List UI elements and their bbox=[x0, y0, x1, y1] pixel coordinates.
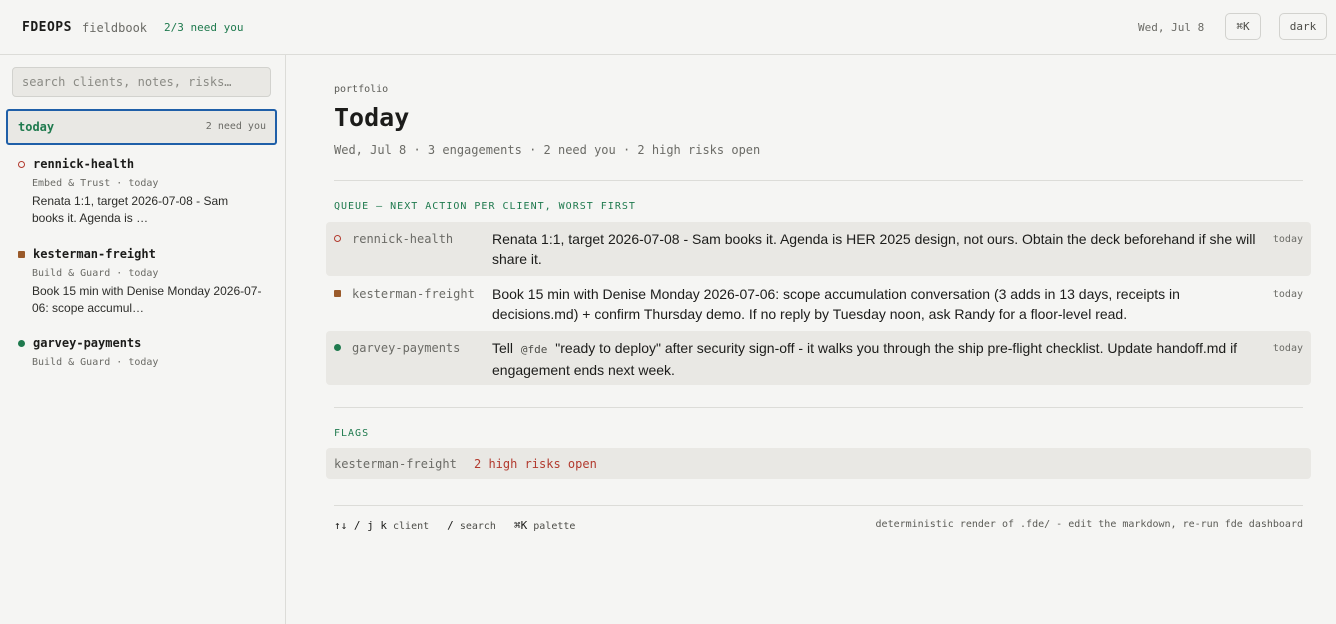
queue-text-before: Tell bbox=[492, 340, 514, 356]
status-dot-icon bbox=[334, 344, 341, 351]
queue-action-text: Tell @fde "ready to deploy" after securi… bbox=[492, 338, 1262, 380]
queue-row-garvey-payments[interactable]: garvey-payments Tell @fde "ready to depl… bbox=[326, 331, 1311, 385]
render-note: deterministic render of .fde/ - edit the… bbox=[875, 519, 1303, 530]
page-title: Today bbox=[334, 103, 410, 132]
main-content: portfolio Today Wed, Jul 8 · 3 engagemen… bbox=[287, 55, 1336, 624]
client-meta: Embed & Trust · today bbox=[32, 178, 159, 189]
flags-heading: FLAGS bbox=[334, 428, 370, 439]
queue-text-after: "ready to deploy" after security sign-of… bbox=[492, 340, 1238, 378]
theme-toggle-button[interactable]: dark bbox=[1279, 13, 1327, 40]
queue-client-name: kesterman-freight bbox=[352, 287, 475, 301]
client-meta: Build & Guard · today bbox=[32, 268, 159, 279]
sidebar-item-garvey-payments[interactable]: garvey-payments Build & Guard · today bbox=[18, 336, 268, 376]
queue-client-name: garvey-payments bbox=[352, 341, 461, 355]
palette-key-hint: ⌘K bbox=[513, 519, 528, 532]
queue-row-kesterman-freight[interactable]: kesterman-freight Book 15 min with Denis… bbox=[326, 277, 1311, 331]
client-name: kesterman-freight bbox=[33, 247, 156, 261]
client-meta: Build & Guard · today bbox=[32, 357, 159, 368]
queue-heading: QUEUE — NEXT ACTION PER CLIENT, WORST FI… bbox=[334, 201, 636, 212]
search-input[interactable]: search clients, notes, risks… bbox=[12, 67, 271, 97]
client-note: Book 15 min with Denise Monday 2026-07-0… bbox=[32, 284, 262, 315]
inline-code: @fde bbox=[520, 343, 548, 356]
nav-keys-hint: ↑↓ / j k bbox=[334, 519, 387, 532]
need-you-badge: 2 need you bbox=[205, 121, 266, 132]
sidebar-item-kesterman-freight[interactable]: kesterman-freight Build & Guard · today … bbox=[18, 247, 268, 329]
queue-when: today bbox=[1272, 343, 1303, 354]
status-square-icon bbox=[334, 290, 341, 297]
command-palette-button[interactable]: ⌘K bbox=[1225, 13, 1261, 40]
palette-label: palette bbox=[533, 521, 576, 532]
brand-name[interactable]: FDEOPS bbox=[22, 20, 72, 35]
queue-when: today bbox=[1272, 234, 1303, 245]
sidebar-item-today[interactable]: today 2 need you bbox=[6, 109, 277, 145]
top-bar: FDEOPS fieldbook 2/3 need you Wed, Jul 8… bbox=[0, 0, 1336, 55]
queue-action-text: Renata 1:1, target 2026-07-08 - Sam book… bbox=[492, 231, 1256, 267]
divider bbox=[334, 407, 1303, 408]
client-note: Renata 1:1, target 2026-07-08 - Sam book… bbox=[32, 194, 229, 225]
flag-row[interactable]: kesterman-freight 2 high risks open bbox=[326, 448, 1311, 479]
status-ring-icon bbox=[334, 235, 341, 242]
sidebar: search clients, notes, risks… today 2 ne… bbox=[0, 55, 286, 624]
need-you-count: 2/3 need you bbox=[164, 21, 244, 34]
page-subtitle: Wed, Jul 8 · 3 engagements · 2 need you … bbox=[334, 143, 761, 157]
flag-risk-count: 2 high risks open bbox=[474, 457, 597, 471]
current-date: Wed, Jul 8 bbox=[1138, 21, 1205, 34]
status-dot-icon bbox=[18, 340, 25, 347]
nav-label: client bbox=[393, 521, 430, 532]
client-name: garvey-payments bbox=[33, 336, 142, 350]
search-key-hint: / bbox=[447, 519, 454, 532]
breadcrumb[interactable]: portfolio bbox=[334, 84, 388, 95]
brand-subtitle: fieldbook bbox=[82, 21, 148, 35]
search-label: search bbox=[459, 521, 496, 532]
queue-client-name: rennick-health bbox=[352, 232, 454, 246]
sidebar-item-label: today bbox=[18, 120, 55, 134]
queue-when: today bbox=[1272, 289, 1303, 300]
status-square-icon bbox=[18, 251, 25, 258]
client-name: rennick-health bbox=[33, 157, 135, 171]
keyboard-hints: ↑↓ / j k client / search ⌘K palette bbox=[334, 519, 575, 532]
queue-row-rennick-health[interactable]: rennick-health Renata 1:1, target 2026-0… bbox=[326, 222, 1311, 276]
status-ring-icon bbox=[18, 161, 25, 168]
flag-client-name: kesterman-freight bbox=[334, 457, 457, 471]
sidebar-item-rennick-health[interactable]: rennick-health Embed & Trust · today Ren… bbox=[18, 157, 268, 239]
divider bbox=[334, 180, 1303, 181]
divider bbox=[334, 505, 1303, 506]
queue-action-text: Book 15 min with Denise Monday 2026-07-0… bbox=[492, 286, 1180, 322]
